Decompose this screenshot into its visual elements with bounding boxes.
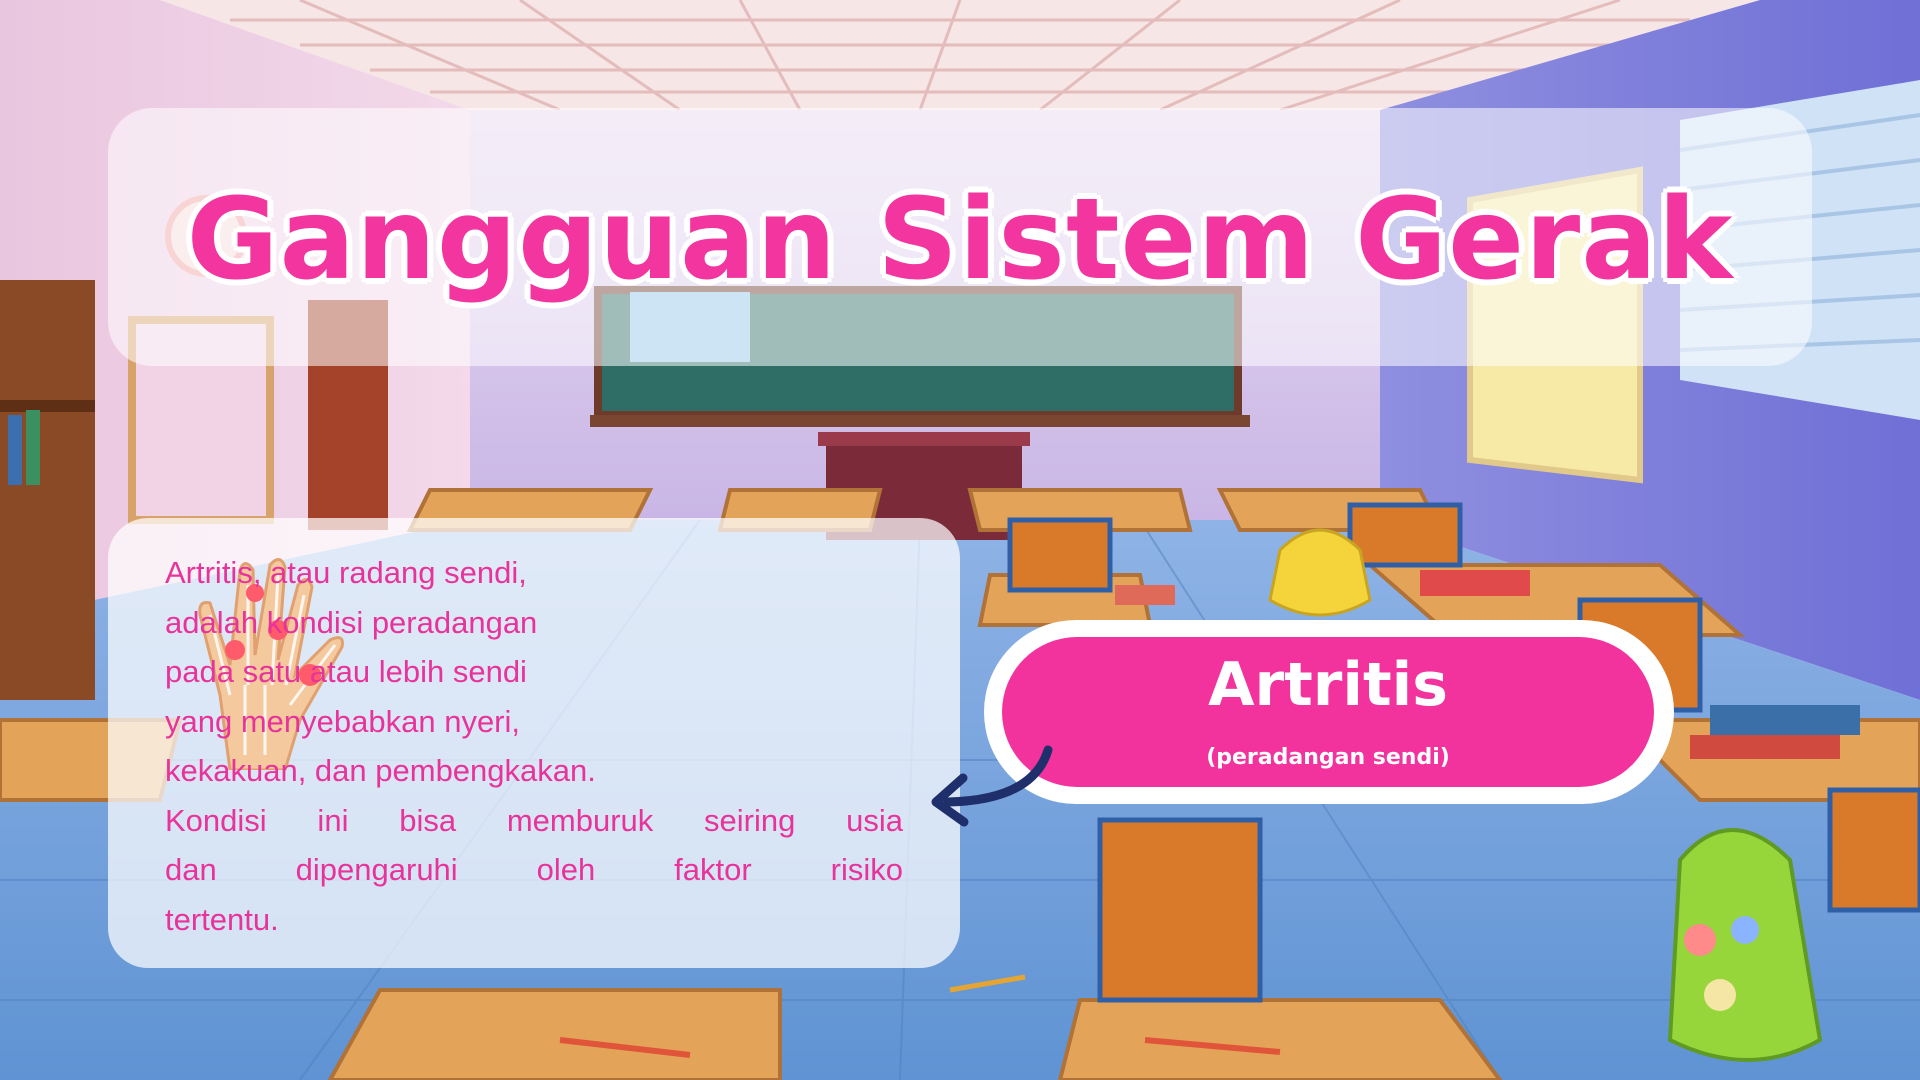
- description-line: tertentu.: [165, 901, 279, 937]
- description-line: Artritis, atau radang sendi,: [165, 555, 527, 590]
- page-title: Gangguan Sistem Gerak: [186, 175, 1734, 305]
- topic-subtitle: (peradangan sendi): [1206, 745, 1450, 770]
- description-line: pada satu atau lebih sendi: [165, 654, 527, 689]
- description-line: dan dipengaruhi oleh faktor risiko: [165, 852, 903, 887]
- description-line: Kondisi ini bisa memburuk seiring usia: [165, 802, 903, 838]
- description-text: Artritis, atau radang sendi, adalah kond…: [165, 548, 903, 944]
- curved-arrow-icon: [931, 745, 1053, 827]
- topic-name: Artritis: [1208, 650, 1448, 720]
- description-line: yang menyebabkan nyeri,: [165, 703, 521, 739]
- description-line: adalah kondisi peradangan: [165, 604, 538, 640]
- description-line: kekakuan, dan pembengkakan.: [165, 753, 596, 788]
